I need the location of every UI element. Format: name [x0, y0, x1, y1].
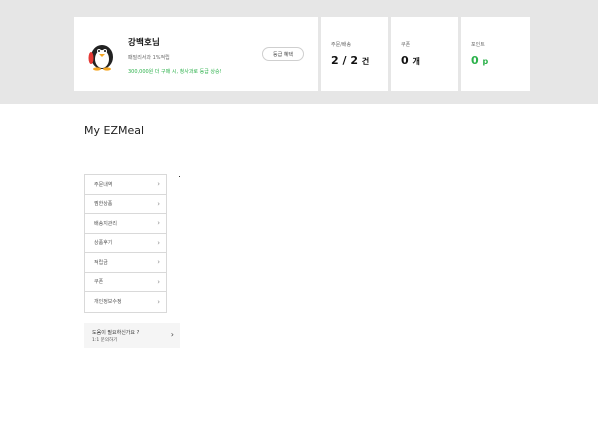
grade-upgrade-message: 300,000원 더 구매 시, 청사과로 등급 상승!: [128, 69, 222, 75]
orders-unit: 건: [361, 57, 370, 66]
content-dot: [179, 176, 181, 178]
member-grade: 패밀리서과 1%적립: [128, 55, 170, 61]
menu-item-edit-profile[interactable]: 개인정보수정 ›: [85, 292, 166, 312]
menu-item-label: 상품후기: [94, 240, 113, 247]
menu-item-label: 찜한상품: [94, 201, 113, 208]
menu-item-wishlist[interactable]: 찜한상품 ›: [85, 194, 166, 214]
chevron-right-icon: ›: [157, 277, 160, 286]
chevron-right-icon: ›: [157, 258, 160, 267]
orders-stat-card[interactable]: 주문/배송 2 / 2 건: [321, 17, 388, 91]
points-value: 0: [471, 54, 479, 67]
points-label: 포인트: [471, 42, 485, 48]
menu-item-reward-points[interactable]: 적립금 ›: [85, 253, 166, 273]
points-value-wrap: 0 p: [471, 54, 488, 67]
orders-value: 2 / 2: [331, 54, 358, 67]
menu-item-label: 주문내역: [94, 181, 113, 188]
points-stat-card[interactable]: 포인트 0 p: [461, 17, 530, 91]
chevron-right-icon: ›: [157, 238, 160, 247]
menu-item-label: 배송지관리: [94, 220, 118, 227]
coupon-value: 0: [401, 54, 409, 67]
chevron-right-icon: ›: [157, 219, 160, 228]
coupon-value-wrap: 0 개: [401, 54, 420, 67]
coupon-stat-card[interactable]: 쿠폰 0 개: [391, 17, 458, 91]
chevron-right-icon: ›: [157, 199, 160, 208]
menu-item-label: 개인정보수정: [94, 299, 122, 306]
help-inquiry-box[interactable]: 도움이 필요하신가요 ? 1:1 문의하기 ›: [84, 323, 180, 348]
points-unit: p: [482, 57, 489, 66]
help-title: 도움이 필요하신가요 ?: [92, 330, 140, 336]
chevron-right-icon: ›: [157, 297, 160, 306]
menu-item-label: 적립금: [94, 259, 108, 266]
menu-item-reviews[interactable]: 상품후기 ›: [85, 233, 166, 253]
chevron-right-icon: ›: [157, 180, 160, 189]
menu-item-coupons[interactable]: 쿠폰 ›: [85, 272, 166, 292]
coupon-unit: 개: [412, 57, 420, 66]
menu-item-label: 쿠폰: [94, 279, 104, 286]
orders-value-wrap: 2 / 2 건: [331, 54, 369, 67]
menu-item-addresses[interactable]: 배송지관리 ›: [85, 214, 166, 234]
page-title: My EZMeal: [84, 124, 145, 137]
coupon-label: 쿠폰: [401, 42, 411, 48]
help-subtitle: 1:1 문의하기: [92, 338, 118, 343]
grade-benefits-button[interactable]: 등급 혜택: [262, 47, 304, 61]
orders-label: 주문/배송: [331, 42, 352, 48]
member-name: 강백호님: [128, 38, 161, 48]
menu-item-orders[interactable]: 주문내역 ›: [85, 175, 166, 195]
penguin-avatar-icon: [88, 45, 113, 71]
profile-card: 강백호님 패밀리서과 1%적립 300,000원 더 구매 시, 청사과로 등급…: [74, 17, 318, 91]
chevron-right-icon: ›: [170, 330, 174, 339]
mypage-menu: 주문내역 › 찜한상품 › 배송지관리 › 상품후기 › 적립금 › 쿠폰 › …: [84, 174, 167, 313]
